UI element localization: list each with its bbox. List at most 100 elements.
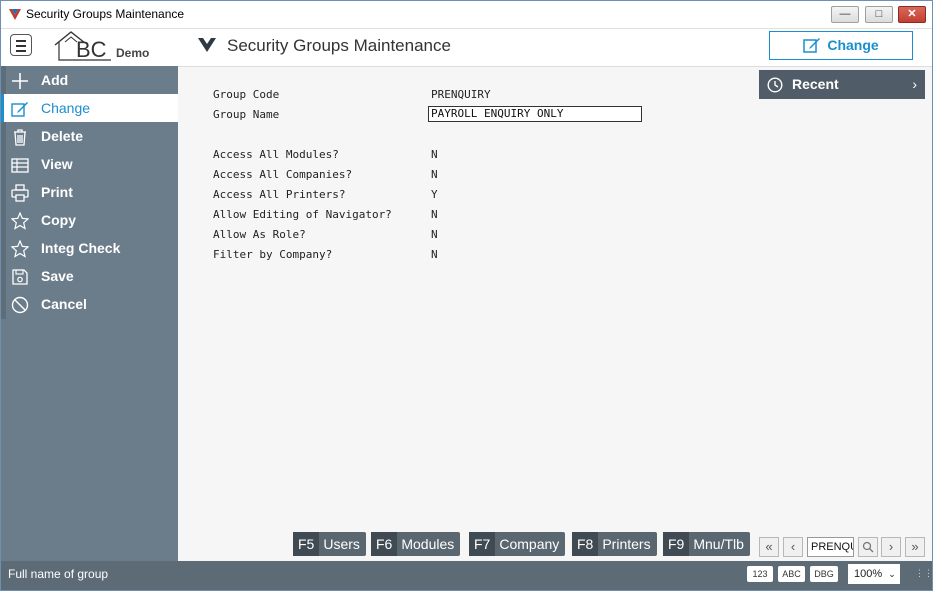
printer-icon: [11, 184, 29, 202]
sidebar-item-label: Change: [41, 100, 91, 116]
window-title: Security Groups Maintenance: [26, 7, 185, 21]
title-bar: Security Groups Maintenance — □ ✕: [1, 1, 932, 29]
field-row: Filter by Company? N: [213, 247, 653, 263]
sidebar-item-label: Integ Check: [41, 240, 121, 256]
field-row: Allow Editing of Navigator? N: [213, 207, 653, 223]
zoom-select[interactable]: 100% ⌄: [848, 564, 900, 584]
field-value[interactable]: N: [431, 247, 438, 263]
sidebar-item-label: Cancel: [41, 296, 87, 312]
sidebar-item-add[interactable]: Add: [1, 66, 178, 94]
maximize-button[interactable]: □: [865, 6, 893, 23]
sidebar-item-label: View: [41, 156, 73, 172]
group-name-row: Group Name PAYROLL ENQUIRY ONLY: [213, 106, 653, 123]
field-row: Access All Modules? N: [213, 147, 653, 163]
fkey-label: Company: [499, 536, 560, 552]
star-icon: [11, 212, 29, 230]
zoom-value: 100%: [854, 568, 883, 580]
clock-icon: [767, 77, 783, 93]
close-button[interactable]: ✕: [898, 6, 926, 23]
field-label: Allow As Role?: [213, 228, 306, 241]
change-mode-label: Change: [827, 37, 879, 53]
table-icon: [11, 158, 29, 173]
fkey-key: F6: [371, 532, 398, 556]
fkey-key: F5: [293, 532, 320, 556]
sidebar-item-change[interactable]: Change: [1, 94, 178, 122]
next-record-button[interactable]: ›: [881, 537, 901, 557]
fkey-label: Mnu/Tlb: [693, 536, 744, 552]
logo-text: BC: [76, 37, 107, 62]
sidebar-item-view[interactable]: View: [1, 150, 178, 178]
field-label: Allow Editing of Navigator?: [213, 208, 392, 221]
field-row: Allow As Role? N: [213, 227, 653, 243]
fkey-label: Modules: [401, 536, 455, 552]
fkey-key: F9: [663, 532, 690, 556]
fkey-key: F7: [469, 532, 496, 556]
previous-record-button[interactable]: ‹: [783, 537, 803, 557]
app-icon: [9, 9, 21, 20]
star-icon: [11, 240, 29, 258]
field-label: Access All Printers?: [213, 188, 346, 201]
capslock-badge: ABC: [778, 566, 805, 582]
field-label: Filter by Company?: [213, 248, 333, 261]
field-value[interactable]: N: [431, 227, 438, 243]
sidebar: Add Change Delete View Print Copy Integ …: [1, 66, 178, 561]
resize-grip-icon[interactable]: ⋮⋮: [915, 568, 932, 579]
cancel-icon: [11, 296, 29, 314]
sidebar-item-label: Save: [41, 268, 74, 284]
fkey-company-button[interactable]: F7 Company: [469, 532, 566, 556]
numlock-badge: 123: [747, 566, 773, 582]
group-code-row: Group Code PRENQUIRY: [213, 87, 653, 103]
field-value[interactable]: N: [431, 207, 438, 223]
chevron-down-icon: ⌄: [888, 569, 896, 579]
group-name-input[interactable]: PAYROLL ENQUIRY ONLY: [428, 106, 642, 122]
group-code-value: PRENQUIRY: [431, 88, 491, 101]
sidebar-item-integ-check[interactable]: Integ Check: [1, 234, 178, 262]
edit-icon: [11, 102, 28, 117]
app-window: Security Groups Maintenance — □ ✕ BC Dem…: [0, 0, 933, 591]
menu-icon[interactable]: [10, 34, 32, 56]
sidebar-item-copy[interactable]: Copy: [1, 206, 178, 234]
sidebar-item-label: Print: [41, 184, 73, 200]
field-value[interactable]: N: [431, 147, 438, 163]
trash-icon: [14, 129, 26, 146]
field-row: Access All Companies? N: [213, 167, 653, 183]
first-record-button[interactable]: «: [759, 537, 779, 557]
fkey-printers-button[interactable]: F8 Printers: [572, 532, 657, 556]
change-mode-button[interactable]: Change: [769, 31, 913, 60]
recent-label: Recent: [792, 76, 839, 92]
fkey-label: Printers: [602, 536, 651, 552]
status-text: Full name of group: [8, 567, 109, 581]
sidebar-item-label: Add: [41, 72, 69, 88]
save-icon: [12, 269, 28, 285]
page-title: Security Groups Maintenance: [227, 36, 451, 55]
debug-badge: DBG: [810, 566, 838, 582]
group-code-label: Group Code: [213, 88, 280, 101]
sidebar-item-print[interactable]: Print: [1, 178, 178, 206]
sidebar-item-delete[interactable]: Delete: [1, 122, 178, 150]
app-header: BC Demo Security Groups Maintenance Chan…: [1, 29, 932, 67]
sidebar-item-label: Copy: [41, 212, 76, 228]
fkey-label: Users: [323, 536, 360, 552]
record-key-input[interactable]: PRENQUIRY: [807, 537, 854, 557]
fkey-key: F8: [572, 532, 599, 556]
sidebar-item-label: Delete: [41, 128, 84, 144]
field-value[interactable]: N: [431, 167, 438, 183]
sidebar-item-save[interactable]: Save: [1, 262, 178, 290]
field-row: Access All Printers? Y: [213, 187, 653, 203]
last-record-button[interactable]: »: [905, 537, 925, 557]
field-value[interactable]: Y: [431, 187, 438, 203]
recent-panel-toggle[interactable]: Recent ›: [759, 70, 925, 99]
group-name-label: Group Name: [213, 108, 280, 121]
plus-icon: [12, 73, 28, 89]
logo-subtitle: Demo: [116, 46, 150, 60]
fkey-menu-toolbar-button[interactable]: F9 Mnu/Tlb: [663, 532, 750, 556]
fkey-users-button[interactable]: F5 Users: [293, 532, 366, 556]
minimize-button[interactable]: —: [831, 6, 859, 23]
module-mark-icon: [198, 38, 216, 52]
sidebar-item-cancel[interactable]: Cancel: [1, 290, 178, 318]
field-label: Access All Companies?: [213, 168, 353, 181]
search-icon[interactable]: [858, 537, 878, 557]
fkey-modules-button[interactable]: F6 Modules: [371, 532, 461, 556]
edit-icon: [803, 38, 821, 53]
status-bar: Full name of group 123 ABC DBG 100% ⌄ ⋮⋮: [1, 561, 932, 590]
